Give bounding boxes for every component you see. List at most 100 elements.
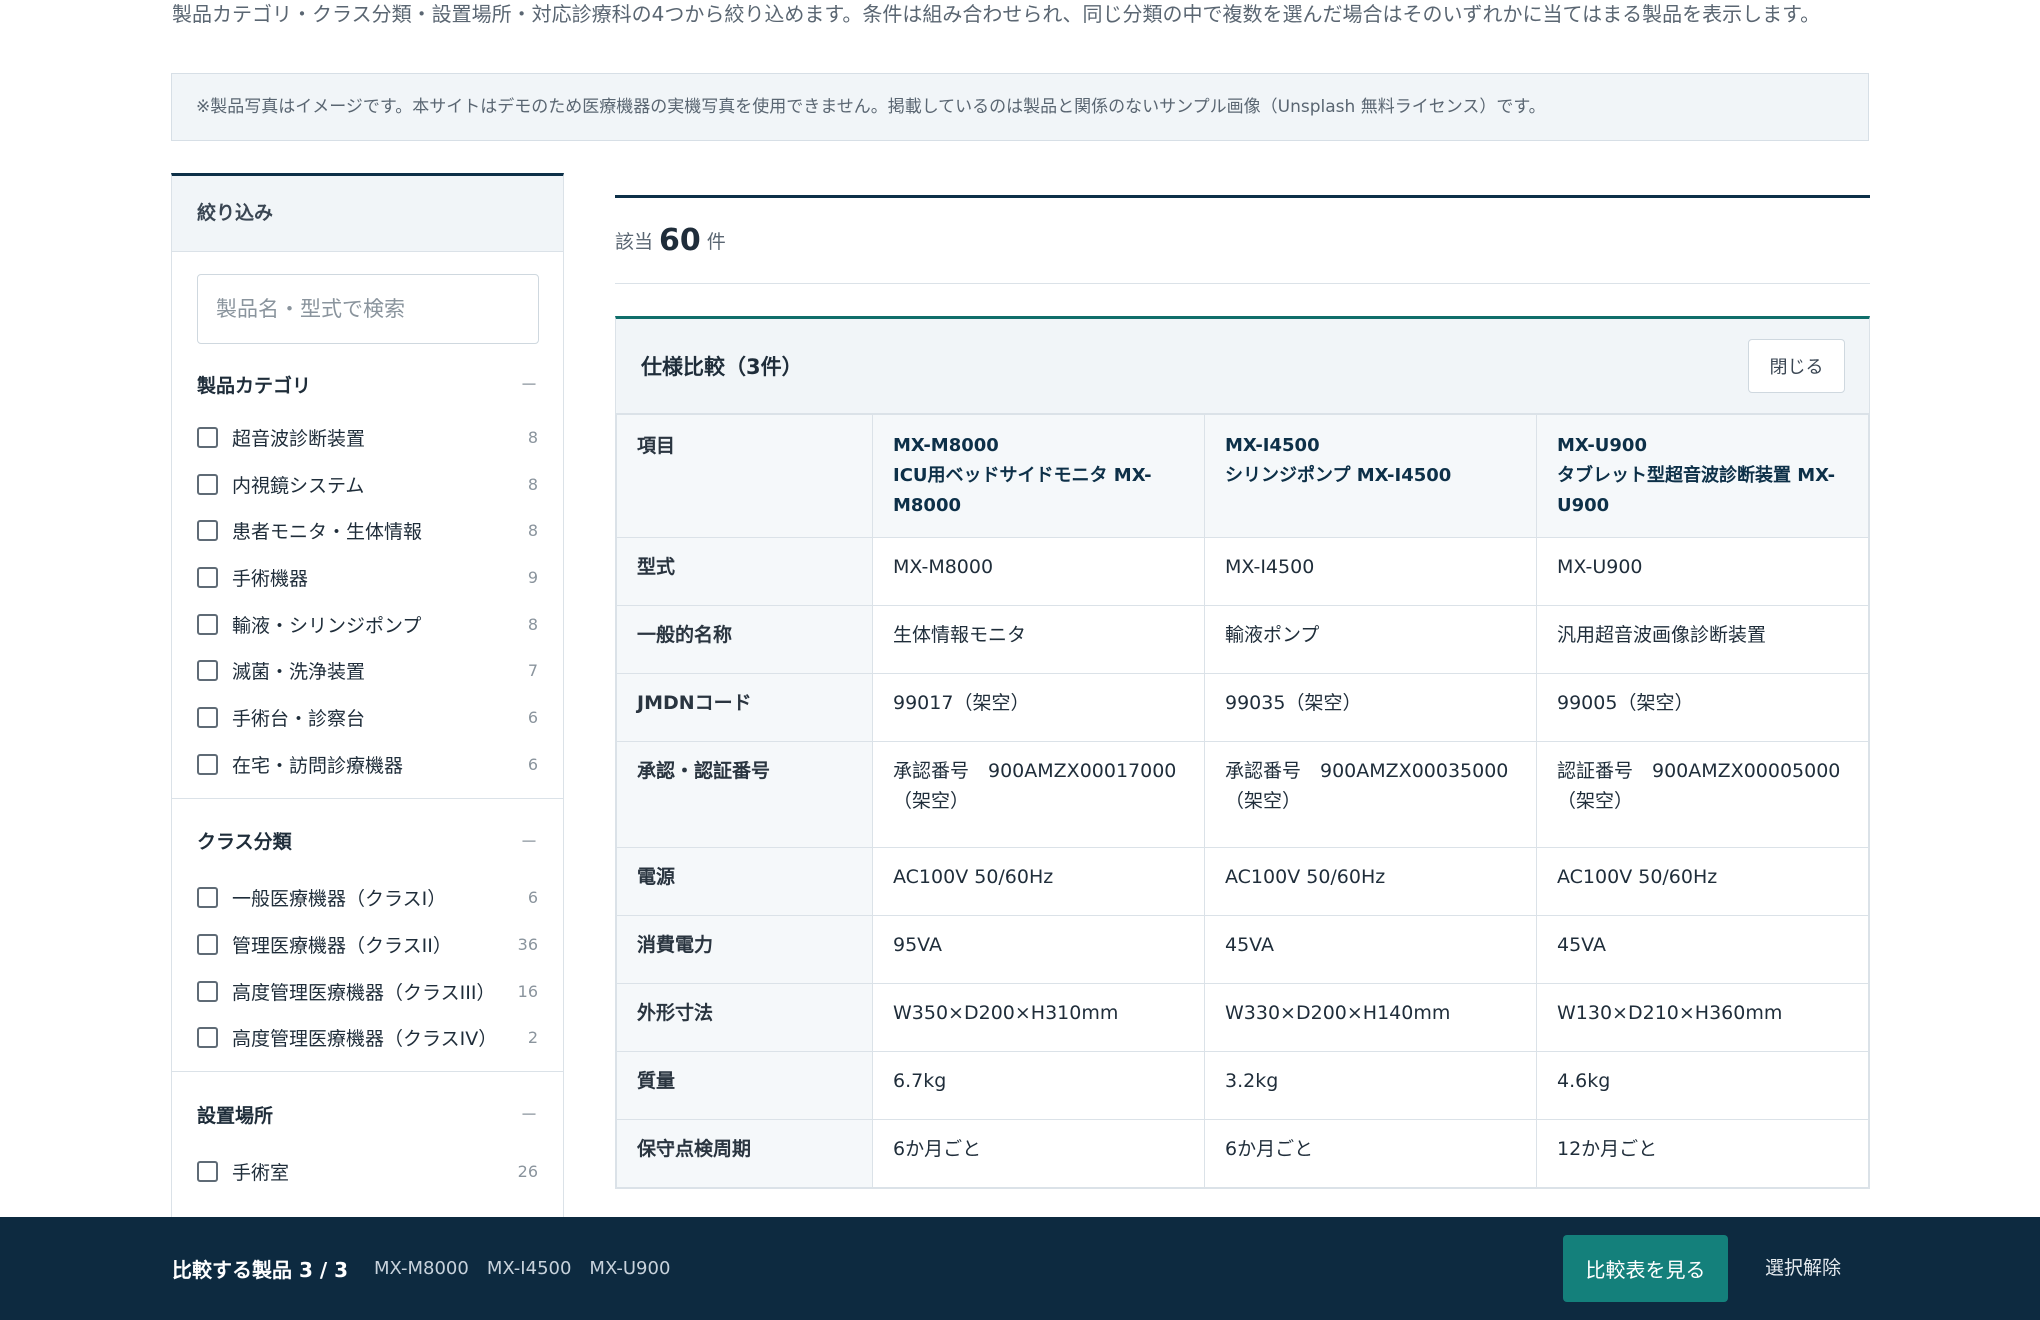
product-name: タブレット型超音波診断装置 MX-U900: [1557, 465, 1836, 516]
checkbox[interactable]: [197, 473, 218, 495]
checkbox[interactable]: [197, 934, 218, 956]
checkbox[interactable]: [197, 426, 218, 448]
close-button[interactable]: 閉じる: [1748, 339, 1845, 393]
comparison-header: 仕様比較（3件） 閉じる: [616, 319, 1869, 414]
filter-option[interactable]: 高度管理医療機器（クラスIV） 2: [197, 1015, 538, 1062]
option-count: 6: [527, 707, 538, 727]
row-label: 一般的名称: [616, 605, 873, 674]
results-area: 該当 60 件 仕様比較（3件） 閉じる 項目 MX-M8000 ICU用ベッド…: [615, 195, 1870, 1189]
option-label: 患者モニタ・生体情報: [232, 521, 423, 544]
row-label: JMDNコード: [616, 673, 873, 742]
option-count: 7: [527, 661, 538, 681]
filter-option[interactable]: 超音波診断装置 8: [197, 414, 538, 461]
option-label: 在宅・訪問診療機器: [232, 754, 404, 777]
cell-value: AC100V 50/60Hz: [1536, 847, 1869, 916]
option-count: 8: [527, 427, 538, 447]
group-header-class[interactable]: クラス分類 －: [197, 811, 538, 871]
cell-value: AC100V 50/60Hz: [872, 847, 1205, 916]
cell-value: 6.7kg: [872, 1051, 1205, 1120]
clear-selection-link[interactable]: 選択解除: [1765, 1235, 1841, 1302]
filter-option[interactable]: 手術室 26: [197, 1148, 538, 1195]
checkbox[interactable]: [197, 660, 218, 682]
checkbox[interactable]: [197, 566, 218, 588]
option-label: 内視鏡システム: [232, 474, 365, 497]
checkbox[interactable]: [197, 980, 218, 1002]
checkbox[interactable]: [197, 1027, 218, 1049]
collapse-icon[interactable]: －: [520, 1101, 538, 1127]
compare-selected-item: MX-I4500: [486, 1258, 572, 1279]
product-code: MX-M8000: [893, 435, 999, 456]
cell-value: 99005（架空）: [1536, 673, 1869, 742]
cell-value: W130×D210×H360mm: [1536, 983, 1869, 1052]
checkbox[interactable]: [197, 1161, 218, 1183]
view-comparison-button[interactable]: 比較表を見る: [1563, 1235, 1728, 1302]
checkbox[interactable]: [197, 706, 218, 728]
filter-option[interactable]: 滅菌・洗浄装置 7: [197, 647, 538, 694]
search-input[interactable]: [197, 274, 539, 344]
checkbox[interactable]: [197, 613, 218, 635]
cell-value: 6か月ごと: [872, 1119, 1205, 1188]
group-title: クラス分類: [197, 831, 292, 853]
row-label: 消費電力: [616, 915, 873, 984]
option-label: 輸液・シリンジポンプ: [232, 614, 422, 637]
cell-value: 認証番号 900AMZX00005000（架空）: [1536, 741, 1869, 848]
table-row: 外形寸法 W350×D200×H310mm W330×D200×H140mm W…: [616, 983, 1869, 1052]
checkbox[interactable]: [197, 520, 218, 542]
filter-option[interactable]: 高度管理医療機器（クラスIII） 16: [197, 968, 538, 1015]
cell-value: 汎用超音波画像診断装置: [1536, 605, 1869, 674]
filter-option[interactable]: 内視鏡システム 8: [197, 461, 538, 508]
collapse-icon[interactable]: －: [520, 371, 538, 397]
cell-value: 99035（架空）: [1204, 673, 1537, 742]
option-count: 2: [527, 1028, 538, 1048]
row-label: 保守点検周期: [616, 1119, 873, 1188]
option-label: 一般医療機器（クラスI）: [232, 888, 447, 911]
page-description: 製品カテゴリ・クラス分類・設置場所・対応診療科の4つから絞り込めます。条件は組み…: [172, 2, 1821, 26]
collapse-icon[interactable]: －: [520, 828, 538, 854]
cell-value: MX-M8000: [872, 537, 1205, 606]
cell-value: MX-I4500: [1204, 537, 1537, 606]
filter-option[interactable]: 手術台・診察台 6: [197, 694, 538, 741]
filter-option[interactable]: 管理医療機器（クラスII） 36: [197, 921, 538, 968]
compare-count-title: 比較する製品 3 / 3: [172, 1258, 349, 1282]
filter-option[interactable]: 手術機器 9: [197, 554, 538, 601]
filter-sidebar: 絞り込み 製品カテゴリ － 超音波診断装置 8 内視鏡システム 8 患者モニタ・生体…: [171, 173, 564, 1223]
row-label: 承認・認証番号: [616, 741, 873, 848]
product-code: MX-I4500: [1225, 435, 1320, 456]
group-title: 製品カテゴリ: [197, 374, 312, 397]
option-count: 6: [527, 754, 538, 774]
product-header: MX-U900 タブレット型超音波診断装置 MX-U900: [1536, 414, 1869, 538]
checkbox[interactable]: [197, 753, 218, 775]
cell-value: 45VA: [1204, 915, 1537, 984]
checkbox[interactable]: [197, 887, 218, 909]
compare-bottom-bar: 比較する製品 3 / 3 MX-M8000 MX-I4500 MX-U900 比…: [0, 1217, 2040, 1320]
comparison-title: 仕様比較（3件）: [641, 355, 803, 379]
group-header-location[interactable]: 設置場所 －: [197, 1084, 538, 1144]
option-label: 手術室: [232, 1162, 290, 1185]
compare-selected-item: MX-U900: [589, 1258, 671, 1279]
option-label: 管理医療機器（クラスII）: [232, 935, 452, 958]
option-count: 8: [527, 521, 538, 541]
cell-value: 生体情報モニタ: [872, 605, 1205, 674]
group-header-category[interactable]: 製品カテゴリ －: [197, 362, 538, 406]
filter-option[interactable]: 輸液・シリンジポンプ 8: [197, 601, 538, 648]
table-row: 保守点検周期 6か月ごと 6か月ごと 12か月ごと: [616, 1119, 1869, 1188]
option-label: 滅菌・洗浄装置: [232, 661, 366, 684]
filter-option[interactable]: 在宅・訪問診療機器 6: [197, 741, 538, 788]
cell-value: 6か月ごと: [1204, 1119, 1537, 1188]
product-header: MX-M8000 ICU用ベッドサイドモニタ MX-M8000: [872, 414, 1205, 538]
header-item: 項目: [616, 414, 873, 538]
product-header: MX-I4500 シリンジポンプ MX-I4500: [1204, 414, 1537, 538]
cell-value: 承認番号 900AMZX00035000（架空）: [1204, 741, 1537, 848]
option-count: 8: [527, 474, 538, 494]
option-label: 超音波診断装置: [232, 427, 366, 450]
result-prefix: 該当: [615, 231, 654, 253]
option-count: 26: [517, 1162, 538, 1182]
filter-group-category: 製品カテゴリ － 超音波診断装置 8 内視鏡システム 8 患者モニタ・生体情報 8 手…: [172, 344, 563, 799]
cell-value: 輸液ポンプ: [1204, 605, 1537, 674]
cell-value: 4.6kg: [1536, 1051, 1869, 1120]
product-code: MX-U900: [1557, 435, 1647, 456]
filter-option[interactable]: 一般医療機器（クラスI） 6: [197, 875, 538, 922]
spec-comparison-panel: 仕様比較（3件） 閉じる 項目 MX-M8000 ICU用ベッドサイドモニタ M…: [615, 316, 1870, 1189]
filter-option[interactable]: 患者モニタ・生体情報 8: [197, 507, 538, 554]
filter-group-class: クラス分類 － 一般医療機器（クラスI） 6 管理医療機器（クラスII） 36 高度…: [172, 799, 563, 1073]
